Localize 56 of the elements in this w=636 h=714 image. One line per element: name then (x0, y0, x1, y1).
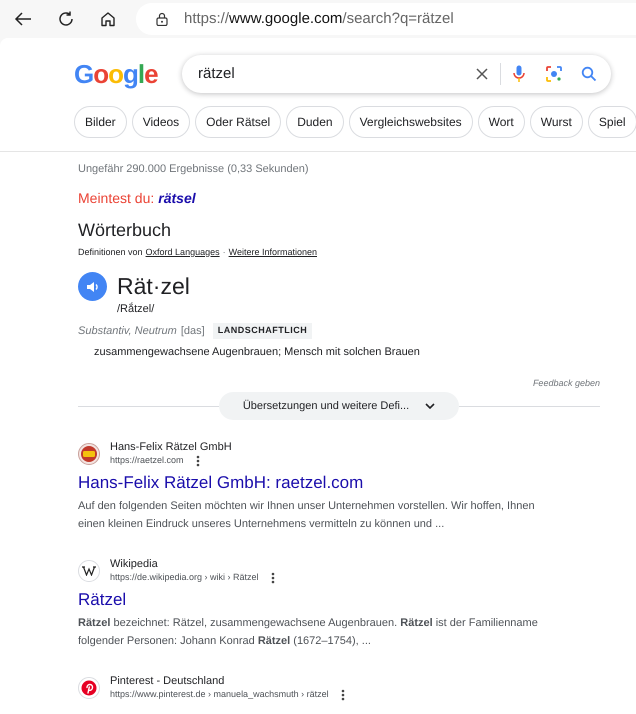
source-link[interactable]: Oxford Languages (146, 246, 220, 259)
chevron-down-icon (425, 403, 436, 409)
clear-icon[interactable] (476, 68, 488, 80)
more-options-icon[interactable] (340, 688, 345, 700)
pronunciation: /Rắtzel/ (117, 302, 156, 317)
separator: · (222, 246, 226, 258)
article-label: [das] (180, 324, 205, 338)
filter-chip[interactable]: Oder Rätsel (195, 106, 282, 138)
reload-icon[interactable] (57, 10, 75, 28)
home-icon[interactable] (100, 11, 116, 27)
address-bar[interactable]: https://www.google.com/search?q=rätzel (136, 3, 636, 35)
back-icon[interactable] (14, 10, 32, 28)
search-icon[interactable] (581, 66, 597, 82)
site-name: Pinterest - Deutschland (110, 674, 226, 688)
filter-chip[interactable]: Duden (286, 106, 344, 138)
search-field[interactable]: rätzel (182, 55, 611, 93)
result-url: https://www.pinterest.de › manuela_wachsmuth › rätzel (110, 688, 329, 701)
definition: zusammengewachsene Augenbrauen; Mensch mit solchen Brauen (94, 345, 421, 360)
site-name: Wikipedia (110, 557, 159, 571)
lock-icon (156, 12, 168, 26)
search-input[interactable]: rätzel (198, 62, 476, 86)
headword: Rät·zel (117, 272, 190, 300)
expand-button[interactable]: Übersetzungen und weitere Defi... (219, 392, 459, 420)
filter-chip[interactable]: Wort (478, 106, 525, 138)
dictionary-heading: Wörterbuch (78, 218, 172, 242)
result-url: https://raetzel.com (110, 454, 184, 467)
audio-button[interactable] (78, 272, 107, 301)
filter-chip[interactable]: Bilder (74, 106, 127, 138)
google-logo[interactable]: Google (74, 54, 178, 94)
feedback-link[interactable]: Feedback geben (532, 376, 600, 390)
filter-chip[interactable]: Videos (132, 106, 190, 138)
result-snippet: Rätzel bezeichnet: Rätzel, zusammengewachsene Augenbrauen. Rätzel ist der Familienname folgender Personen: Johann Konrad Rätzel (1672–1754), ... (78, 616, 539, 649)
url-text: https://www.google.com/search?q=rätzel (184, 8, 454, 29)
more-info-link[interactable]: Weitere Informationen (228, 246, 317, 259)
result-url: https://de.wikipedia.org › wiki › Rätzel (110, 571, 259, 584)
more-options-icon[interactable] (270, 572, 275, 584)
speaker-icon (86, 280, 100, 294)
site-name: Hans-Felix Rätzel GmbH (110, 440, 232, 454)
filter-chip[interactable]: Vergleichswebsites (348, 106, 473, 138)
company-logo-icon (78, 442, 100, 464)
spelling-suggestion-label: Meintest du: (78, 188, 154, 208)
result-title[interactable]: Hans-Felix Rätzel GmbH: raetzel.com (78, 472, 600, 494)
filter-chip[interactable]: Wurst (530, 106, 583, 138)
result-stats: Ungefähr 290.000 Ergebnisse (0,33 Sekunden) (78, 162, 310, 177)
result-snippet: Auf den folgenden Seiten möchten wir Ihnen unser Unternehmen vorstellen. Wir hoffen, Ihnen einen kleinen Eindruck unseres Unternehmens vermitteln zu können und ... (78, 499, 536, 532)
more-options-icon[interactable] (196, 454, 200, 466)
grammar-label: Substantiv, Neutrum (78, 324, 177, 338)
spelling-suggestion-link[interactable]: rätsel (158, 188, 196, 208)
result-title[interactable]: Rätzel (78, 589, 600, 611)
camera-search-icon[interactable] (545, 65, 563, 83)
pinterest-logo-icon (78, 676, 100, 698)
register-tag: LANDSCHAFTLICH (212, 323, 312, 338)
wikipedia-logo-icon (78, 560, 100, 582)
source-label: Definitionen von (78, 246, 143, 258)
filter-chip[interactable]: Spiel (588, 106, 636, 138)
microphone-icon[interactable] (513, 65, 525, 83)
